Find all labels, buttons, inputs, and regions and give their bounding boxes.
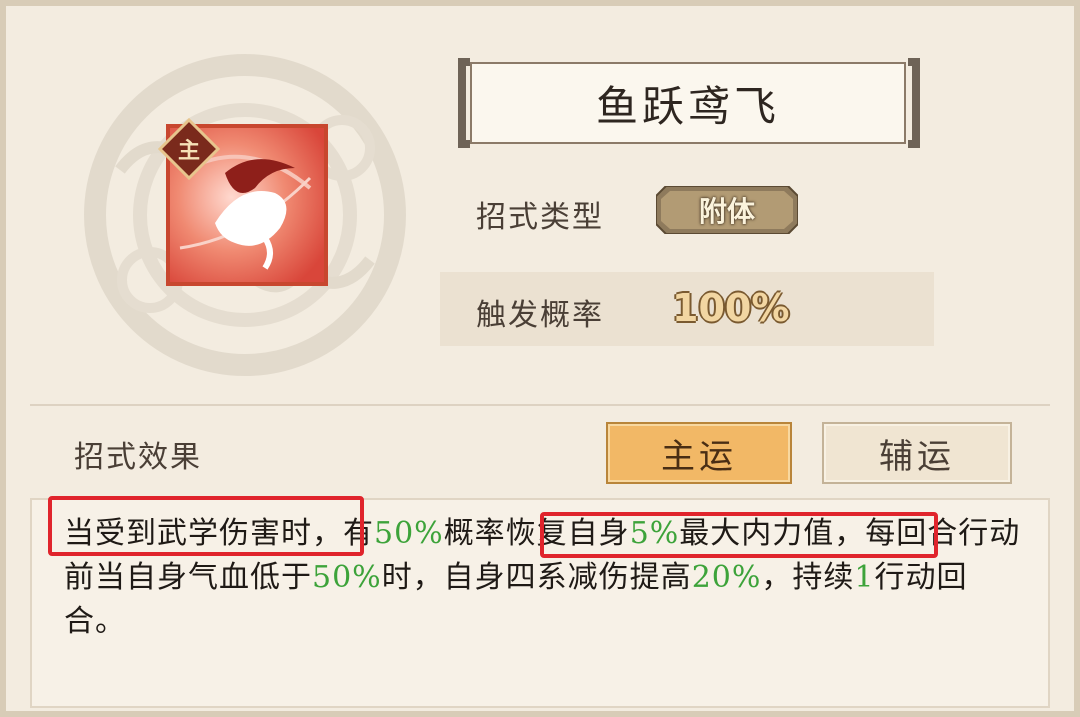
annotation-box-2 [540,512,938,558]
skill-title: 鱼跃鸢飞 [595,81,780,131]
effect-highlight-value: 50% [374,516,444,551]
skill-type-label: 招式类型 [476,200,604,235]
effect-highlight-value: 50% [312,560,382,595]
tab-main-mode[interactable]: 主运 [606,422,792,484]
main-badge-label: 主 [177,138,200,164]
main-badge: 主 [158,118,220,180]
trigger-rate-label: 触发概率 [476,298,604,333]
trigger-rate-value: 100% [672,286,790,330]
effect-highlight-value: 20% [691,560,762,595]
skill-title-box: 鱼跃鸢飞 [470,62,906,144]
skill-effect-label: 招式效果 [74,440,202,475]
title-bracket-right [908,58,920,148]
annotation-box-1 [48,496,364,556]
section-divider [30,404,1050,406]
effect-highlight-value: 1 [854,560,875,595]
title-bracket-left [458,58,470,148]
skill-type-value: 附体 [698,195,755,228]
tab-aux-mode[interactable]: 辅运 [822,422,1012,484]
effect-text-segment: ，持续 [761,560,855,595]
skill-type-badge: 附体 [656,186,798,234]
effect-text-segment: 时，自身四系减伤提高 [381,560,692,595]
